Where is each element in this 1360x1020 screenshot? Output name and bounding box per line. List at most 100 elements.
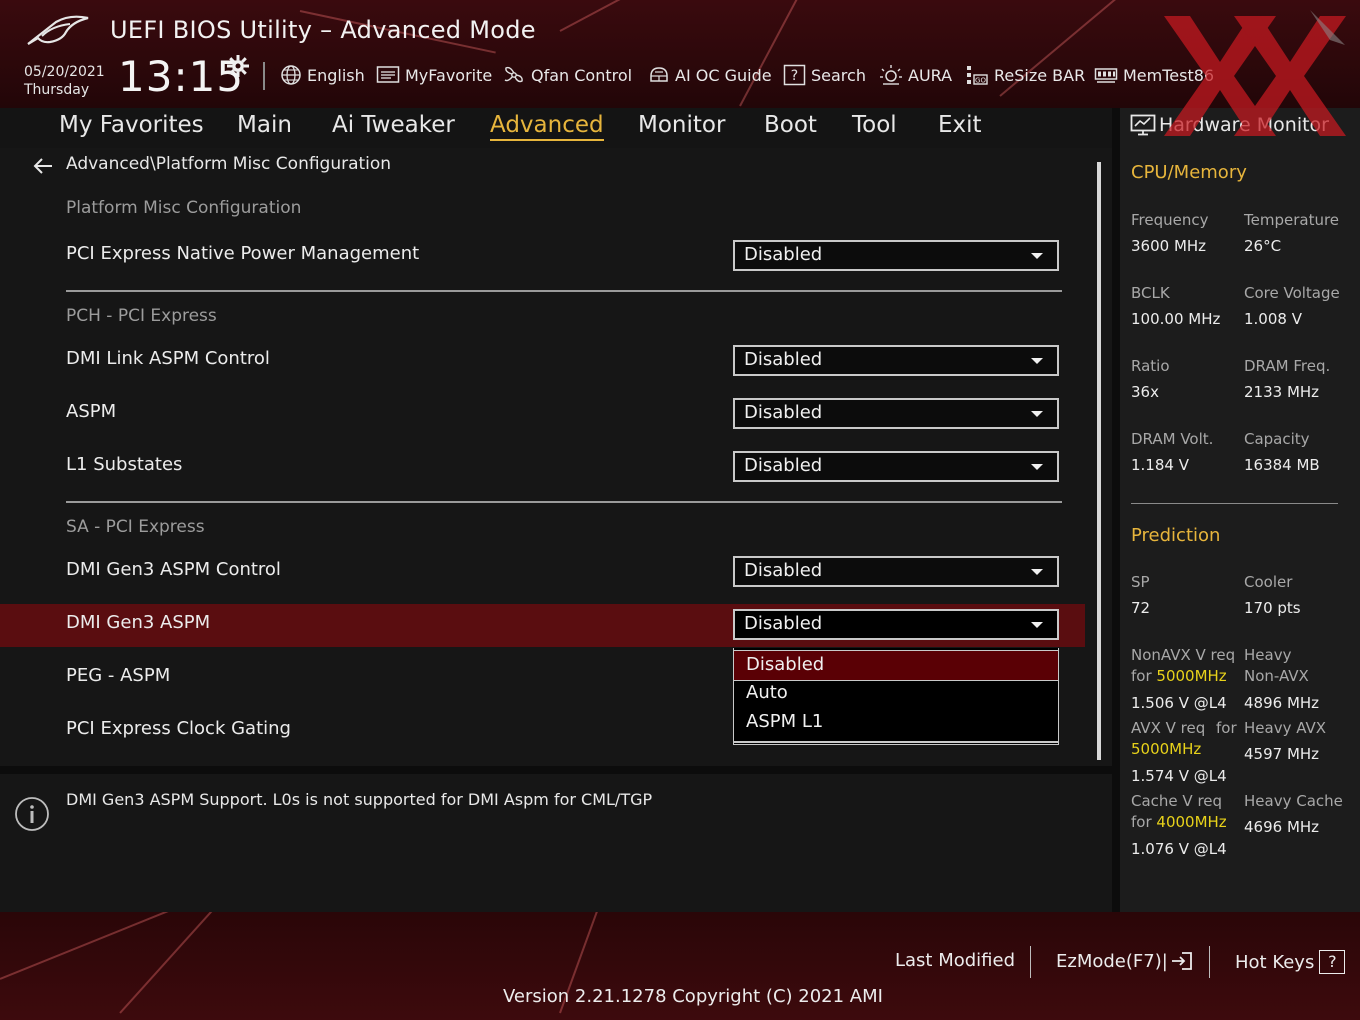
dropdown-value: Disabled xyxy=(744,244,823,265)
monitor-icon xyxy=(1130,114,1156,136)
setting-label-dmi-link-aspm[interactable]: DMI Link ASPM Control xyxy=(66,348,270,369)
dropdown-value: Disabled xyxy=(744,560,823,581)
hw-value-dram-volt: 1.184 V xyxy=(1131,456,1189,474)
decor-streak xyxy=(739,0,882,107)
help-text: DMI Gen3 ASPM Support. L0s is not suppor… xyxy=(66,790,653,809)
aura-button[interactable]: AURA xyxy=(879,64,952,86)
dropdown-bottom-border xyxy=(733,741,1059,743)
search-label: Search xyxy=(811,65,866,85)
breadcrumb: Advanced\Platform Misc Configuration xyxy=(66,154,392,174)
caret-down-icon xyxy=(1031,622,1043,628)
hw-label-dram-freq: DRAM Freq. xyxy=(1244,357,1331,375)
dmi-gen3-aspm-dropdown[interactable]: Disabled xyxy=(733,609,1059,640)
version-text: Version 2.21.1278 Copyright (C) 2021 AMI xyxy=(503,986,883,1007)
prediction-title: Prediction xyxy=(1131,525,1221,546)
rog-logo xyxy=(27,15,89,45)
setting-label-aspm[interactable]: ASPM xyxy=(66,401,116,422)
hw-label-heavy-avx: Heavy AVX xyxy=(1244,719,1327,737)
myfavorite-label: MyFavorite xyxy=(405,65,493,85)
cache-freq: 4000MHz xyxy=(1156,813,1227,831)
setting-label-dmi-gen3-aspm[interactable]: DMI Gen3 ASPM xyxy=(66,612,210,633)
hw-value-capacity: 16384 MB xyxy=(1244,456,1320,474)
section-title-pch-pcie: PCH - PCI Express xyxy=(66,306,217,326)
hw-value-avx-freq: 5000MHz xyxy=(1131,740,1202,758)
dropdown-value: Disabled xyxy=(744,402,823,423)
hot-keys-button[interactable]: Hot Keys ? xyxy=(1235,950,1346,974)
app-title: UEFI BIOS Utility – Advanced Mode xyxy=(110,16,536,44)
aura-light-icon xyxy=(880,65,902,85)
hw-label-heavy-cache: Heavy Cache xyxy=(1244,792,1343,810)
scrollbar[interactable] xyxy=(1097,162,1101,760)
day-display: Thursday xyxy=(24,82,90,98)
l1-substates-dropdown[interactable]: Disabled xyxy=(733,451,1059,482)
option-label: Disabled xyxy=(746,654,825,675)
dropdown-value: Disabled xyxy=(744,455,823,476)
hw-label-capacity: Capacity xyxy=(1244,430,1310,448)
option-label: Auto xyxy=(746,682,788,703)
for-label: for xyxy=(1131,813,1152,831)
section-title-platform-misc: Platform Misc Configuration xyxy=(66,198,302,218)
language-button[interactable]: English xyxy=(280,64,365,86)
dropdown-options-list: Disabled Auto ASPM L1 xyxy=(733,648,1059,745)
help-search-icon: ? xyxy=(783,64,806,86)
aura-label: AURA xyxy=(908,65,953,85)
tab-boot[interactable]: Boot xyxy=(764,112,817,138)
hw-value-heavy-avx: 4597 MHz xyxy=(1244,745,1320,763)
info-icon xyxy=(15,797,49,831)
setting-label-peg-aspm[interactable]: PEG - ASPM xyxy=(66,665,170,686)
caret-down-icon xyxy=(1031,358,1043,364)
nonavx-freq: 5000MHz xyxy=(1156,667,1227,685)
hw-label-nonavx-vreq: NonAVX V req xyxy=(1131,646,1236,664)
setting-label-pcie-clock-gating[interactable]: PCI Express Clock Gating xyxy=(66,718,291,739)
hw-divider xyxy=(1131,503,1338,504)
pcie-native-pm-dropdown[interactable]: Disabled xyxy=(733,240,1059,271)
hw-label-dram-volt: DRAM Volt. xyxy=(1131,430,1214,448)
hw-value-sp: 72 xyxy=(1131,599,1151,617)
ai-oc-guide-button[interactable]: AI OC Guide xyxy=(648,64,772,86)
gear-icon[interactable] xyxy=(226,54,250,78)
header-separator xyxy=(263,62,265,90)
hw-label-nonavx-for: for 5000MHz xyxy=(1131,667,1227,685)
dropdown-value: Disabled xyxy=(744,349,823,370)
dmi-gen3-aspm-control-dropdown[interactable]: Disabled xyxy=(733,556,1059,587)
tab-tool[interactable]: Tool xyxy=(852,112,897,138)
tab-main[interactable]: Main xyxy=(237,112,292,138)
memtest-icon xyxy=(1094,68,1118,83)
dropdown-option-auto[interactable]: Auto xyxy=(734,679,1058,708)
help-icon: ? xyxy=(1319,950,1346,974)
dropdown-option-aspm-l1[interactable]: ASPM L1 xyxy=(734,708,1058,737)
section-divider xyxy=(66,290,1062,292)
dropdown-option-disabled[interactable]: Disabled xyxy=(734,650,1058,681)
hw-label-cache-vreq: Cache V req xyxy=(1131,792,1223,810)
tab-exit[interactable]: Exit xyxy=(938,112,982,138)
ezmode-label: EzMode(F7)| xyxy=(1056,950,1168,972)
tab-advanced[interactable]: Advanced xyxy=(490,112,604,141)
svg-text:?: ? xyxy=(791,68,798,84)
setting-label-pcie-native-pm[interactable]: PCI Express Native Power Management xyxy=(66,243,419,264)
language-label: English xyxy=(307,65,365,85)
qfan-control-button[interactable]: Qfan Control xyxy=(502,64,632,86)
hw-label-frequency: Frequency xyxy=(1131,211,1209,229)
ai-oc-guide-label: AI OC Guide xyxy=(675,65,772,85)
option-label: ASPM L1 xyxy=(746,711,824,732)
hw-label-avx-for: for xyxy=(1216,719,1237,737)
tab-ai-tweaker[interactable]: Ai Tweaker xyxy=(332,112,455,138)
tab-monitor[interactable]: Monitor xyxy=(638,112,725,138)
tab-my-favorites[interactable]: My Favorites xyxy=(59,112,204,138)
search-button[interactable]: ? Search xyxy=(783,64,866,86)
watermark-logo xyxy=(1164,10,1346,136)
resize-bar-button[interactable]: GO ReSize BAR xyxy=(965,64,1085,86)
back-arrow-icon[interactable] xyxy=(32,156,54,176)
dmi-link-aspm-dropdown[interactable]: Disabled xyxy=(733,345,1059,376)
last-modified-button[interactable]: Last Modified xyxy=(895,950,1015,971)
date-display: 05/20/2021 xyxy=(24,64,105,80)
setting-label-l1-substates[interactable]: L1 Substates xyxy=(66,454,182,475)
myfavorite-button[interactable]: MyFavorite xyxy=(376,64,492,86)
aspm-dropdown[interactable]: Disabled xyxy=(733,398,1059,429)
hw-label-non-avx: Non-AVX xyxy=(1244,667,1309,685)
hw-label-avx-vreq: AVX V req xyxy=(1131,719,1206,737)
setting-label-dmi-gen3-aspm-control[interactable]: DMI Gen3 ASPM Control xyxy=(66,559,281,580)
hw-value-ratio: 36x xyxy=(1131,383,1159,401)
ezmode-button[interactable]: EzMode(F7)| xyxy=(1056,950,1194,972)
hw-label-cooler: Cooler xyxy=(1244,573,1293,591)
